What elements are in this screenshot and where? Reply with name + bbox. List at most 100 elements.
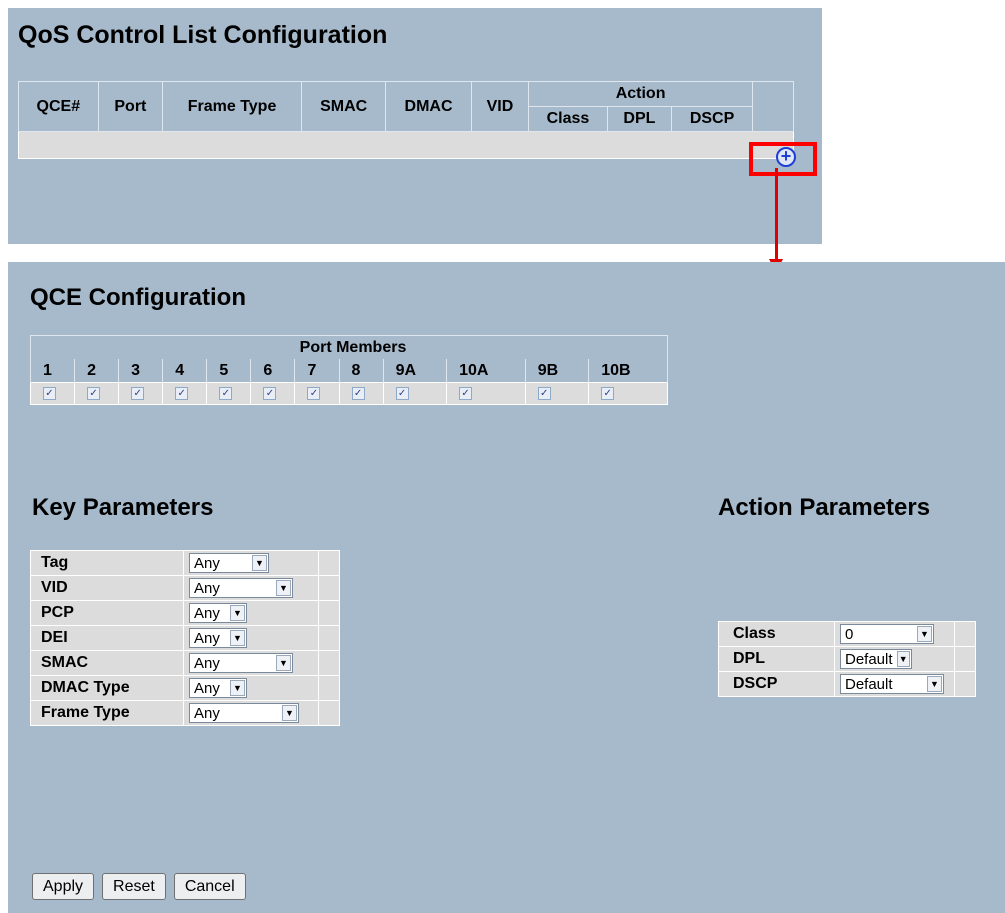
chevron-down-icon[interactable]: ▼	[230, 605, 245, 621]
action-param-spacer-cell	[954, 646, 976, 672]
qcl-title: QoS Control List Configuration	[18, 21, 388, 49]
port-number-label: 3	[118, 359, 163, 383]
chevron-down-icon[interactable]: ▼	[230, 680, 245, 696]
chevron-down-icon[interactable]: ▼	[230, 630, 245, 646]
port-member-checkbox[interactable]: ✓	[131, 386, 145, 400]
key-param-select[interactable]: Any ▼	[189, 603, 247, 623]
key-param-select[interactable]: Any ▼	[189, 578, 293, 598]
action-param-select[interactable]: 0 ▼	[840, 624, 934, 644]
action-param-row: DPL Default ▼	[718, 646, 976, 672]
port-member-cell: ✓	[74, 382, 120, 405]
key-param-label: Frame Type	[30, 700, 184, 726]
port-number-label: 8	[338, 359, 384, 383]
port-members-table: Port Members 1 2 3 4 5 6 7 8 9A 10A 9B 10B ✓ ✓ ✓ ✓ ✓ ✓ ✓ ✓…	[29, 335, 668, 405]
col-action-class: Class	[528, 106, 608, 132]
port-number-label: 9B	[524, 359, 589, 383]
reset-button[interactable]: Reset	[102, 873, 166, 900]
key-param-spacer-cell	[318, 550, 340, 576]
col-smac: SMAC	[301, 81, 387, 132]
key-param-select[interactable]: Any ▼	[189, 553, 269, 573]
port-number-label: 6	[250, 359, 295, 383]
qcl-panel: QoS Control List Configuration QCE# Port…	[8, 8, 822, 244]
port-member-checkbox[interactable]: ✓	[219, 386, 233, 400]
chevron-down-icon[interactable]: ▼	[896, 651, 910, 667]
key-param-row: Frame Type Any ▼	[30, 700, 340, 726]
action-params-title: Action Parameters	[718, 494, 931, 521]
port-number-label: 10A	[446, 359, 526, 383]
port-member-checkbox[interactable]: ✓	[601, 386, 615, 400]
port-member-checkbox[interactable]: ✓	[307, 386, 321, 400]
col-action-dpl: DPL	[607, 106, 673, 132]
action-param-select[interactable]: Default ▼	[840, 674, 944, 694]
key-param-row: Tag Any ▼	[30, 550, 340, 576]
port-member-cell: ✓	[588, 382, 668, 405]
action-param-select-value: Default	[845, 650, 893, 668]
chevron-down-icon[interactable]: ▼	[282, 705, 297, 721]
key-param-spacer-cell	[318, 575, 340, 601]
chevron-down-icon[interactable]: ▼	[927, 676, 942, 692]
key-param-spacer-cell	[318, 700, 340, 726]
port-member-checkbox[interactable]: ✓	[395, 386, 409, 400]
port-member-cell: ✓	[294, 382, 340, 405]
port-member-checkbox[interactable]: ✓	[459, 386, 473, 400]
port-member-checkbox[interactable]: ✓	[87, 386, 101, 400]
action-param-label: DPL	[718, 646, 835, 672]
key-param-select[interactable]: Any ▼	[189, 678, 247, 698]
port-number-label: 9A	[382, 359, 447, 383]
qce-title: QCE Configuration	[30, 284, 246, 311]
key-param-select[interactable]: Any ▼	[189, 653, 293, 673]
port-member-checkbox[interactable]: ✓	[175, 386, 189, 400]
key-param-select[interactable]: Any ▼	[189, 703, 299, 723]
apply-button[interactable]: Apply	[32, 873, 95, 900]
chevron-down-icon[interactable]: ▼	[917, 626, 932, 642]
plus-circle-icon[interactable]: +	[776, 147, 796, 167]
qce-panel: QCE Configuration Port Members 123456789…	[8, 262, 1005, 913]
port-number-label: 5	[206, 359, 251, 383]
port-number-label: 2	[74, 359, 119, 383]
port-number-label: 10B	[588, 359, 668, 383]
button-bar: Apply Reset Cancel	[32, 873, 246, 900]
key-params-title: Key Parameters	[32, 494, 214, 521]
action-param-control-cell: 0 ▼	[834, 621, 955, 647]
key-param-spacer-cell	[318, 675, 340, 701]
col-dmac: DMAC	[385, 81, 472, 132]
arrow-line	[775, 168, 778, 264]
action-param-select[interactable]: Default ▼	[840, 649, 912, 669]
cancel-button[interactable]: Cancel	[173, 873, 246, 900]
chevron-down-icon[interactable]: ▼	[276, 655, 291, 671]
action-param-label: DSCP	[718, 671, 835, 697]
key-param-select-value: Any	[194, 604, 220, 622]
key-param-label: DEI	[30, 625, 184, 651]
col-qce: QCE#	[18, 81, 99, 132]
key-param-control-cell: Any ▼	[183, 575, 319, 601]
key-param-label: DMAC Type	[30, 675, 184, 701]
action-param-control-cell: Default ▼	[834, 646, 955, 672]
col-action-group: Action	[528, 81, 753, 107]
col-port: Port	[98, 81, 164, 132]
key-param-select-value: Any	[194, 579, 220, 597]
action-param-row: DSCP Default ▼	[718, 671, 976, 697]
chevron-down-icon[interactable]: ▼	[252, 555, 267, 571]
chevron-down-icon[interactable]: ▼	[276, 580, 291, 596]
key-param-row: DEI Any ▼	[30, 625, 340, 651]
col-add	[752, 81, 794, 132]
port-member-cell: ✓	[338, 382, 384, 405]
action-param-label: Class	[718, 621, 835, 647]
port-member-checkbox[interactable]: ✓	[537, 386, 551, 400]
key-param-row: DMAC Type Any ▼	[30, 675, 340, 701]
col-action-dscp: DSCP	[671, 106, 753, 132]
key-param-label: Tag	[30, 550, 184, 576]
port-member-checkbox[interactable]: ✓	[43, 386, 56, 400]
port-member-cell: ✓	[250, 382, 296, 405]
key-param-control-cell: Any ▼	[183, 600, 319, 626]
key-param-select[interactable]: Any ▼	[189, 628, 247, 648]
action-param-spacer-cell	[954, 621, 976, 647]
key-param-control-cell: Any ▼	[183, 550, 319, 576]
qcl-table: QCE# Port Frame Type SMAC DMAC VID Actio…	[18, 81, 794, 159]
key-param-row: PCP Any ▼	[30, 600, 340, 626]
port-member-checkbox[interactable]: ✓	[351, 386, 365, 400]
port-member-cell: ✓	[382, 382, 448, 405]
port-number-label: 4	[162, 359, 207, 383]
key-param-spacer-cell	[318, 650, 340, 676]
port-member-checkbox[interactable]: ✓	[263, 386, 277, 400]
